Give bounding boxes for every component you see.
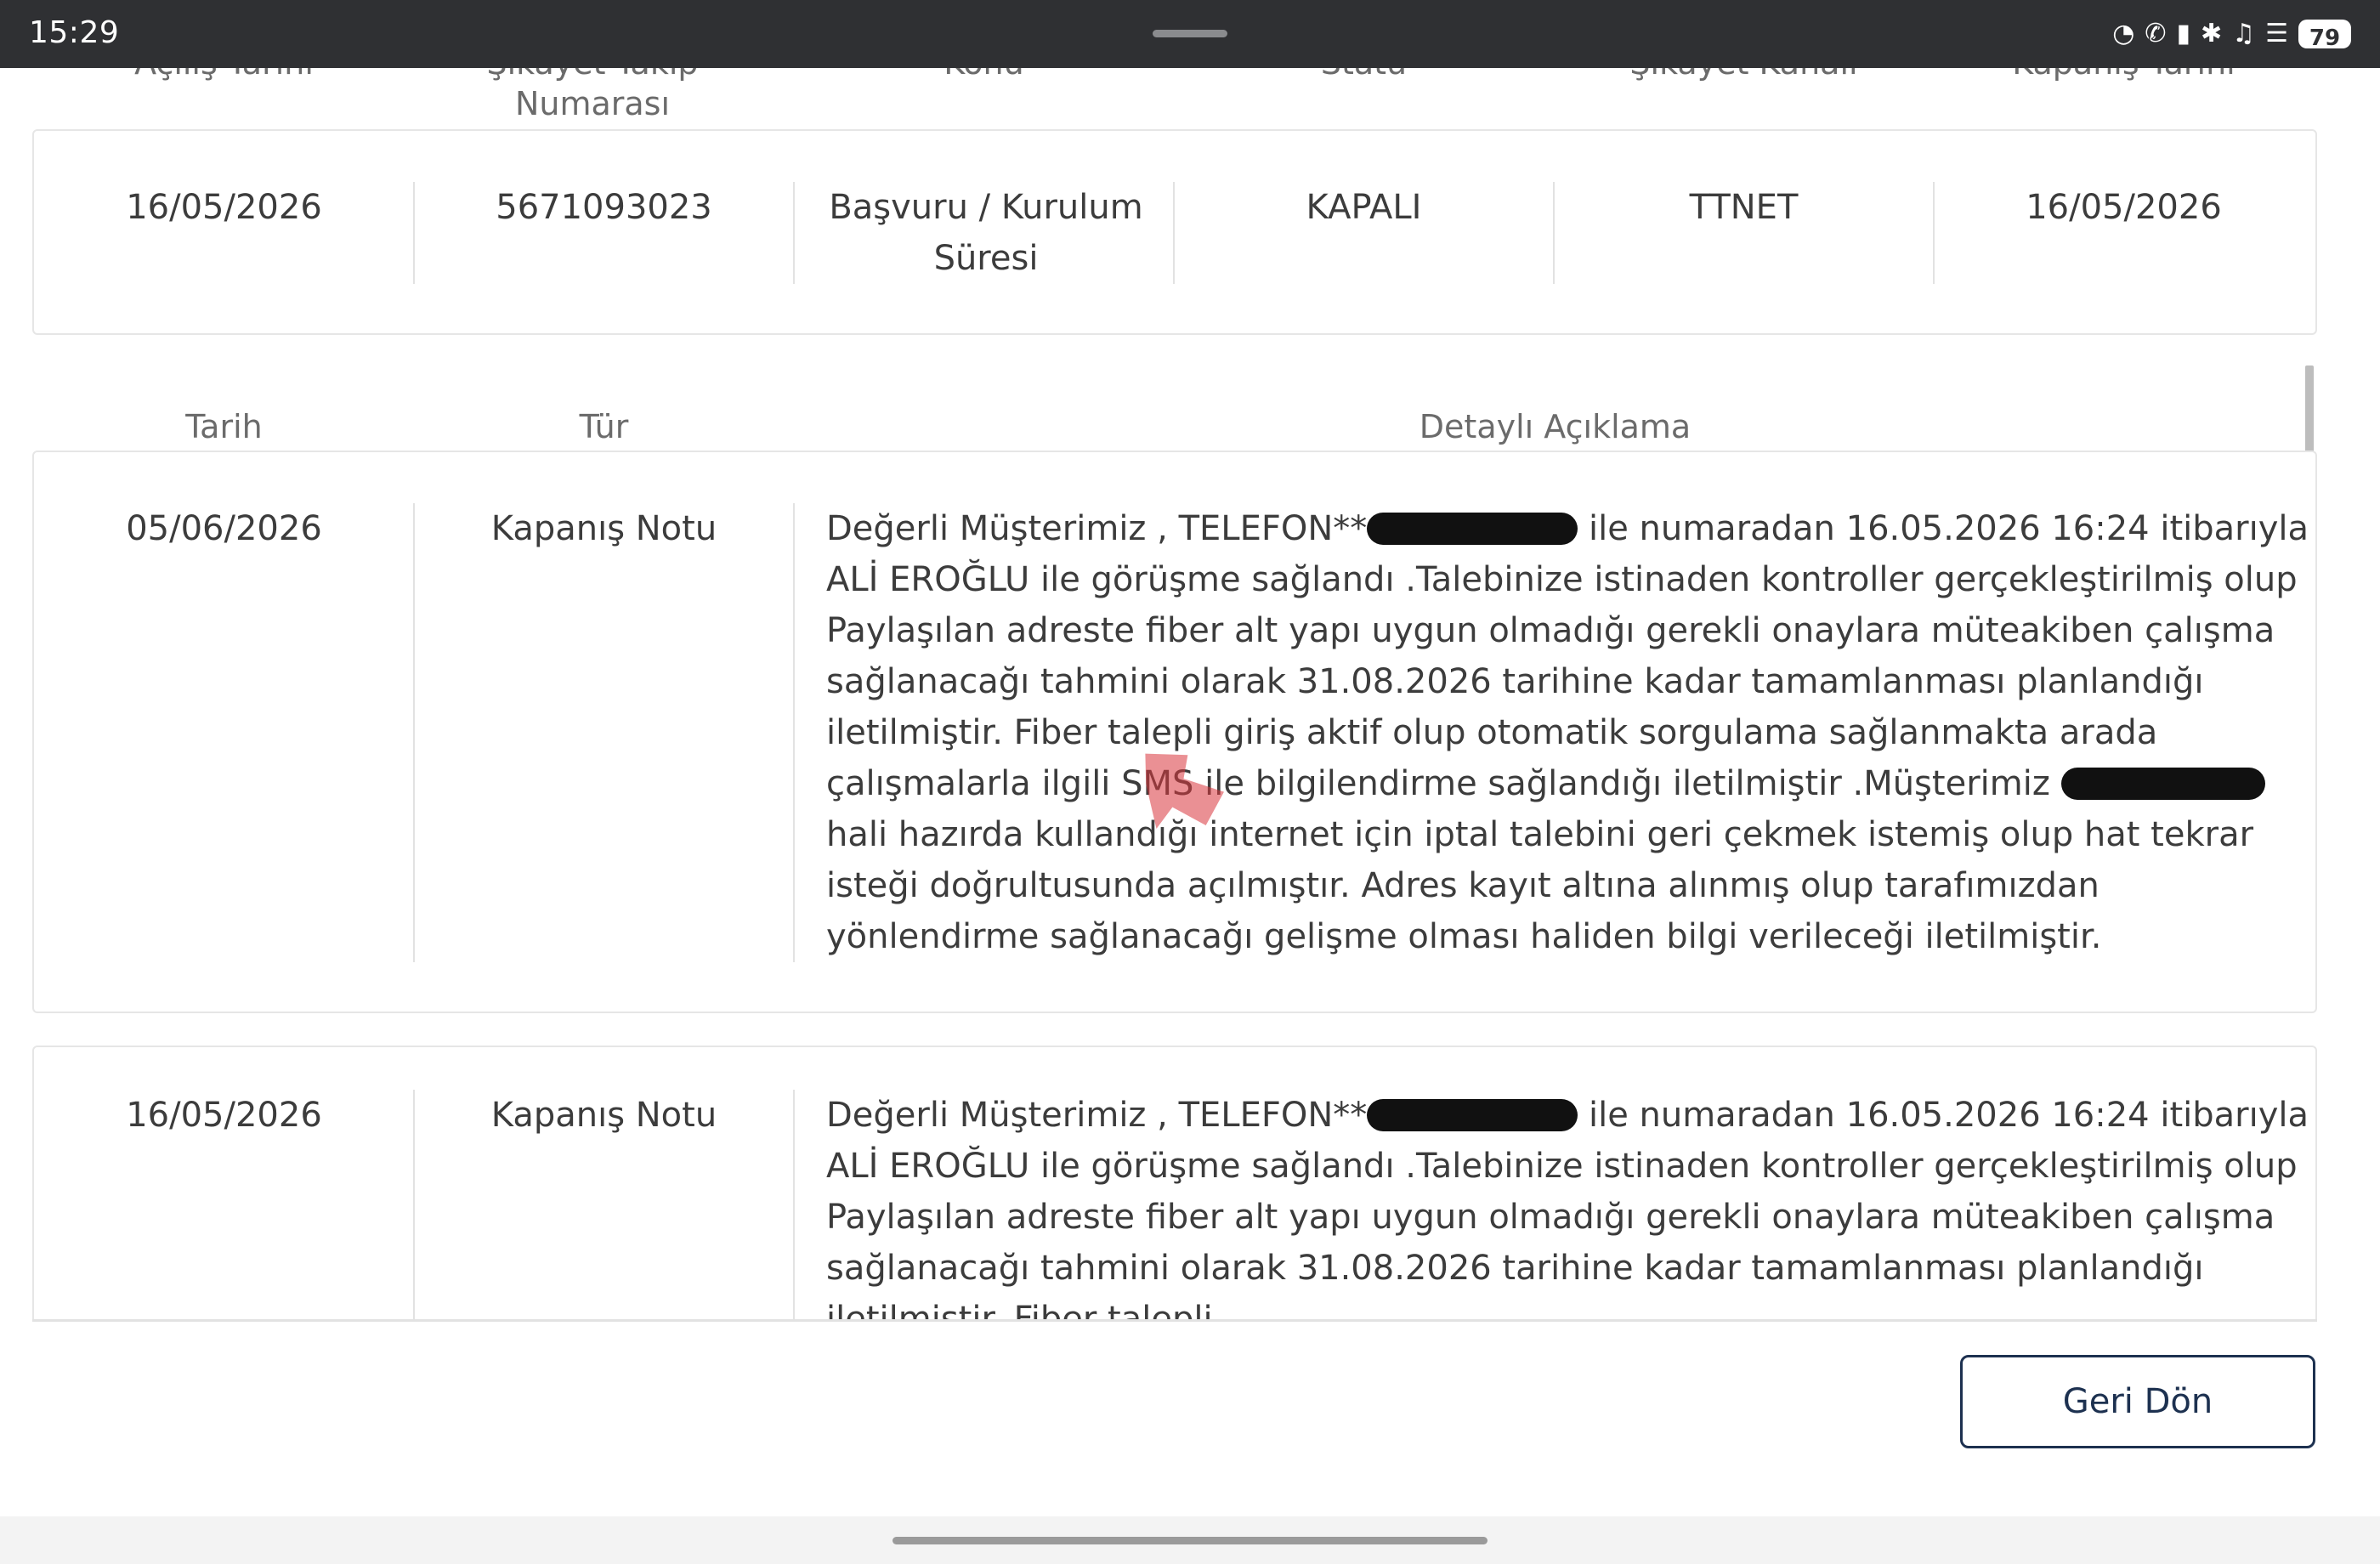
- header-opening-date: Açılış Tarihi: [34, 68, 414, 83]
- description-end: hali hazırda kullandığı internet için ip…: [826, 815, 2254, 956]
- header-type: Tür: [579, 408, 629, 445]
- detail-row: 16/05/2026 Kapanış Notu Değerli Müşterim…: [32, 1046, 2317, 1345]
- tracking-number: 5671093023: [496, 188, 712, 227]
- status-time: 15:29: [29, 15, 120, 50]
- header-date: Tarih: [185, 408, 263, 445]
- call-wifi-icon: ✆: [2145, 19, 2167, 48]
- complaint-table-header: Açılış Tarihi Şikayet Takip Numarası Kon…: [34, 68, 2316, 122]
- wifi-icon: ☰: [2265, 19, 2288, 48]
- detail-type: Kapanış Notu: [490, 509, 717, 548]
- header-tracking-number: Şikayet Takip Numarası: [486, 68, 698, 122]
- battery-indicator: 79: [2298, 20, 2351, 51]
- complaint-row: 16/05/2026 5671093023 Başvuru / Kurulum …: [32, 129, 2317, 335]
- detail-description: Değerli Müşterimiz , TELEFON** ile numar…: [826, 503, 2309, 962]
- drag-handle[interactable]: [1153, 30, 1227, 37]
- redacted-phone: [1367, 1099, 1578, 1131]
- description-start: Değerli Müşterimiz , TELEFON**: [826, 1096, 1368, 1135]
- speedometer-icon: ◔: [2112, 19, 2135, 48]
- detail-description: Değerli Müşterimiz , TELEFON** ile numar…: [826, 1090, 2309, 1345]
- description-start: Değerli Müşterimiz , TELEFON**: [826, 509, 1368, 548]
- column-divider: [793, 503, 795, 962]
- mute-icon: ♫: [2232, 19, 2256, 48]
- detail-date: 16/05/2026: [126, 1096, 322, 1135]
- battery-saver-icon: ▮: [2176, 19, 2191, 48]
- detail-date: 05/06/2026: [126, 509, 322, 548]
- home-gesture-pill[interactable]: [892, 1537, 1488, 1544]
- opening-date: 16/05/2026: [126, 188, 322, 227]
- header-status: Statü: [1174, 68, 1554, 83]
- back-button[interactable]: Geri Dön: [1960, 1355, 2315, 1448]
- closing-date: 16/05/2026: [2026, 188, 2222, 227]
- scroll-clip-divider: [32, 1319, 2317, 1322]
- status-bar: 15:29 ◔ ✆ ▮ ✱ ♫ ☰ 79: [0, 0, 2380, 68]
- page-content: Açılış Tarihi Şikayet Takip Numarası Kon…: [0, 68, 2380, 1516]
- header-subject: Konu: [794, 68, 1174, 83]
- header-description: Detaylı Açıklama: [1419, 408, 1692, 445]
- redacted-name: [2060, 768, 2265, 800]
- header-closing-date: Kapanış Tarihi: [1934, 68, 2314, 83]
- gesture-navigation-bar: [0, 1516, 2380, 1564]
- detail-type: Kapanış Notu: [490, 1096, 717, 1135]
- column-divider: [413, 503, 415, 962]
- column-divider: [793, 1090, 795, 1345]
- channel-value: TTNET: [1689, 188, 1799, 227]
- status-icons: ◔ ✆ ▮ ✱ ♫ ☰ 79: [2112, 15, 2351, 53]
- column-divider: [793, 182, 795, 284]
- header-channel: Şikayet Kanalı: [1554, 68, 1934, 83]
- description-middle: ile numaradan 16.05.2026 16:24 itibarıyl…: [826, 509, 2309, 803]
- status-value: KAPALI: [1306, 188, 1422, 227]
- bluetooth-icon: ✱: [2201, 19, 2223, 48]
- redacted-phone: [1367, 513, 1578, 545]
- subject: Başvuru / Kurulum Süresi: [829, 188, 1143, 278]
